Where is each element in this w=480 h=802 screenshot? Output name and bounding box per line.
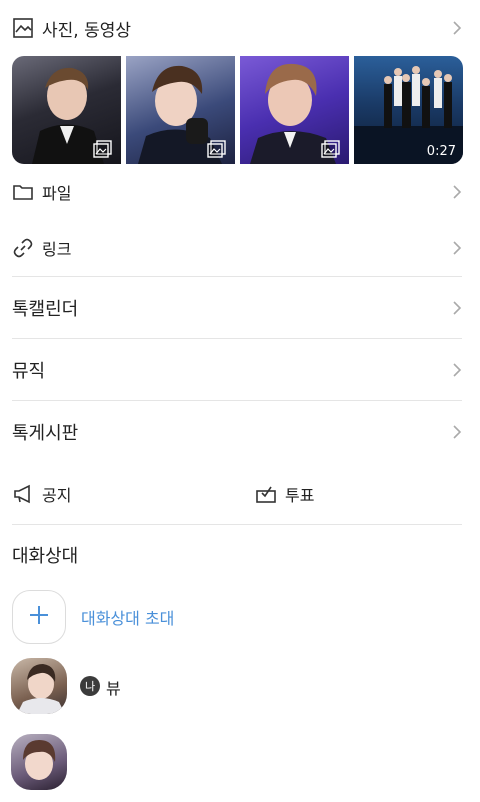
gallery-icon [93, 140, 113, 158]
megaphone-icon [12, 483, 34, 505]
vote-box-icon [255, 483, 277, 505]
divider [12, 338, 462, 339]
avatar-image [17, 664, 65, 714]
media-thumbnail[interactable] [126, 56, 235, 164]
link-icon [12, 237, 34, 259]
chevron-right-icon [452, 362, 462, 378]
chevron-right-icon [452, 300, 462, 316]
participants-title: 대화상대 [12, 546, 79, 567]
member-name: 뷰 [106, 679, 121, 698]
chevron-right-icon [452, 424, 462, 440]
notice-button[interactable]: 공지 [0, 474, 71, 514]
photos-videos-label: 사진, 동영상 [42, 20, 132, 41]
menu-item-music[interactable]: 뮤직 [12, 340, 468, 400]
invite-button[interactable] [12, 590, 66, 644]
media-thumbnails: 0:27 [12, 56, 463, 164]
menu-item-talk-board[interactable]: 톡게시판 [12, 402, 468, 462]
menu-item-label: 뮤직 [12, 361, 46, 382]
media-thumbnail[interactable] [240, 56, 349, 164]
menu-item-talk-calendar[interactable]: 톡캘린더 [12, 278, 468, 338]
divider [12, 524, 462, 525]
gallery-icon [321, 140, 341, 158]
video-duration: 0:27 [426, 144, 456, 159]
photos-videos-row[interactable]: 사진, 동영상 [0, 10, 480, 46]
chevron-right-icon [452, 20, 462, 36]
gallery-icon [207, 140, 227, 158]
chevron-right-icon [452, 240, 462, 256]
media-thumbnail-video[interactable]: 0:27 [354, 56, 463, 164]
avatar-image [23, 740, 56, 780]
menu-item-label: 톡게시판 [12, 423, 79, 444]
invite-label[interactable]: 대화상대 초대 [81, 605, 174, 629]
divider [12, 276, 462, 277]
files-row[interactable]: 파일 [0, 172, 480, 212]
files-label: 파일 [42, 184, 72, 203]
image-icon [12, 17, 34, 39]
links-label: 링크 [42, 240, 72, 259]
menu-item-label: 톡캘린더 [12, 299, 79, 320]
plus-icon [28, 602, 50, 632]
divider [12, 400, 462, 401]
avatar[interactable] [11, 734, 67, 790]
vote-label: 투표 [285, 486, 315, 505]
media-thumbnail[interactable] [12, 56, 121, 164]
me-badge: 나 [80, 676, 100, 696]
avatar[interactable] [11, 658, 67, 714]
links-row[interactable]: 링크 [0, 228, 480, 268]
chevron-right-icon [452, 184, 462, 200]
notice-label: 공지 [42, 486, 72, 505]
folder-icon [12, 181, 34, 203]
vote-button[interactable]: 투표 [243, 474, 314, 514]
